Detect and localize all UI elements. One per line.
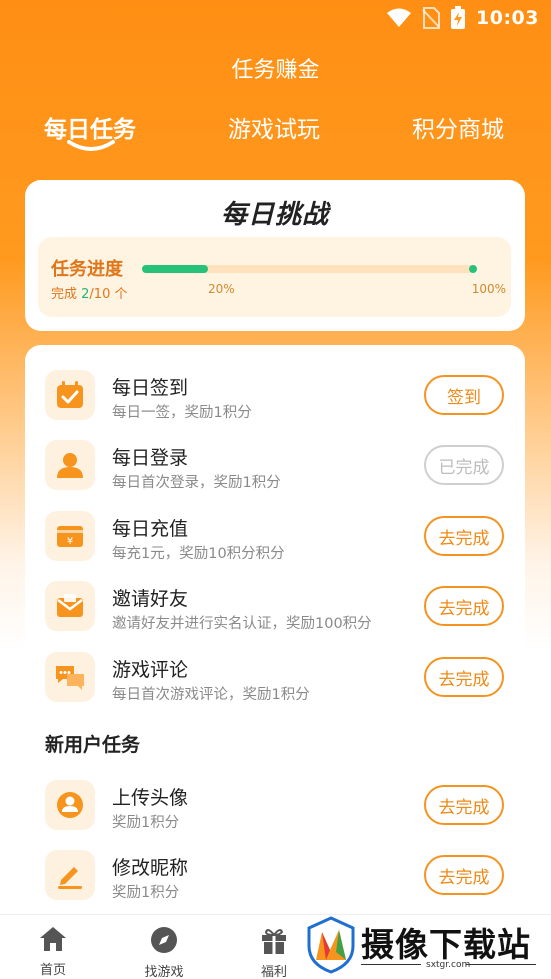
gift-icon (262, 929, 286, 954)
tab-label: 游戏试玩 (228, 117, 320, 143)
site-watermark: 摄像下载站 sxtgr.com (303, 910, 551, 979)
pencil-icon (45, 850, 95, 900)
compass-icon (151, 927, 177, 953)
task-game-review: 游戏评论 每日首次游戏评论，奖励1积分 去完成 (25, 647, 525, 709)
watermark-logo-icon (307, 916, 355, 974)
completed-prefix: 完成 (51, 287, 82, 302)
task-title: 每日签到 (112, 377, 189, 399)
tab-daily-tasks[interactable]: 每日任务 (44, 110, 136, 151)
go-complete-button[interactable]: 去完成 (424, 855, 504, 895)
calendar-check-icon (45, 370, 95, 420)
nav-home[interactable]: 首页 (23, 925, 83, 978)
task-title: 每日充值 (112, 518, 189, 540)
checkin-button[interactable]: 签到 (424, 375, 504, 415)
daily-challenge-card: 每日挑战 任务进度 完成 2/10 个 20% 100% (25, 180, 525, 331)
watermark-url: sxtgr.com (426, 960, 471, 970)
progress-fill (142, 265, 209, 273)
go-complete-button[interactable]: 去完成 (424, 657, 504, 697)
go-complete-button[interactable]: 去完成 (424, 516, 504, 556)
svg-text:¥: ¥ (67, 536, 73, 547)
status-icons: 10:03 (386, 6, 539, 30)
user-icon (45, 440, 95, 490)
progress-label: 任务进度 (51, 259, 123, 280)
task-list-card: 每日签到 每日一签，奖励1积分 签到 每日登录 每日首次登录，奖励1积分 已完成… (25, 345, 525, 945)
task-change-nickname: 修改昵称 奖励1积分 去完成 (25, 845, 525, 907)
completed-button[interactable]: 已完成 (424, 445, 504, 485)
watermark-text: 摄像下载站 (361, 925, 531, 964)
status-bar: 10:03 (0, 0, 551, 36)
nav-label: 找游戏 (144, 965, 184, 979)
wallet-icon: ¥ (45, 511, 95, 561)
total-count: /10 个 (89, 287, 128, 302)
nav-find-games[interactable]: 找游戏 (134, 925, 194, 979)
task-description: 每日首次游戏评论，奖励1积分 (112, 687, 310, 703)
task-description: 每日一签，奖励1积分 (112, 405, 252, 421)
progress-end-dot (469, 265, 477, 273)
home-icon (40, 927, 66, 951)
nav-label: 首页 (39, 963, 66, 978)
task-title: 每日登录 (112, 447, 189, 469)
active-tab-indicator (67, 140, 115, 151)
new-user-section-title: 新用户任务 (45, 734, 141, 756)
task-invite-friends: 邀请好友 邀请好友并进行实名认证，奖励100积分 去完成 (25, 576, 525, 638)
nav-label: 福利 (260, 965, 287, 979)
task-description: 邀请好友并进行实名认证，奖励100积分 (112, 616, 372, 632)
avatar-icon (45, 780, 95, 830)
tab-game-trial[interactable]: 游戏试玩 (228, 110, 320, 144)
task-upload-avatar: 上传头像 奖励1积分 去完成 (25, 775, 525, 837)
progress-track (142, 265, 477, 273)
task-title: 邀请好友 (112, 588, 189, 610)
task-progress-box: 任务进度 完成 2/10 个 20% 100% (38, 237, 511, 317)
progress-percent: 20% (208, 282, 235, 296)
task-description: 奖励1积分 (112, 885, 180, 901)
task-title: 修改昵称 (112, 857, 189, 879)
progress-max: 100% (471, 282, 506, 296)
watermark-divider (361, 964, 421, 965)
comment-icon (45, 652, 95, 702)
envelope-icon (45, 581, 95, 631)
go-complete-button[interactable]: 去完成 (424, 785, 504, 825)
task-daily-checkin: 每日签到 每日一签，奖励1积分 签到 (25, 365, 525, 427)
watermark-divider (466, 964, 536, 965)
task-description: 每充1元，奖励10积分积分 (112, 546, 285, 562)
task-title: 游戏评论 (112, 659, 189, 681)
tab-bar: 每日任务 游戏试玩 积分商城 (0, 110, 551, 160)
page-title: 任务赚金 (231, 58, 320, 83)
task-daily-login: 每日登录 每日首次登录，奖励1积分 已完成 (25, 435, 525, 497)
task-description: 奖励1积分 (112, 815, 180, 831)
tab-label: 积分商城 (412, 117, 504, 143)
challenge-title: 每日挑战 (220, 200, 329, 230)
task-daily-recharge: ¥ 每日充值 每充1元，奖励10积分积分 去完成 (25, 506, 525, 568)
wifi-icon (387, 8, 412, 27)
no-sim-icon (422, 7, 441, 29)
battery-charging-icon (451, 6, 466, 29)
task-description: 每日首次登录，奖励1积分 (112, 475, 281, 491)
nav-welfare[interactable]: 福利 (244, 925, 304, 979)
status-time: 10:03 (476, 7, 539, 29)
go-complete-button[interactable]: 去完成 (424, 586, 504, 626)
tab-points-mall[interactable]: 积分商城 (412, 110, 504, 144)
task-title: 上传头像 (112, 787, 189, 809)
progress-count: 完成 2/10 个 (51, 283, 127, 302)
